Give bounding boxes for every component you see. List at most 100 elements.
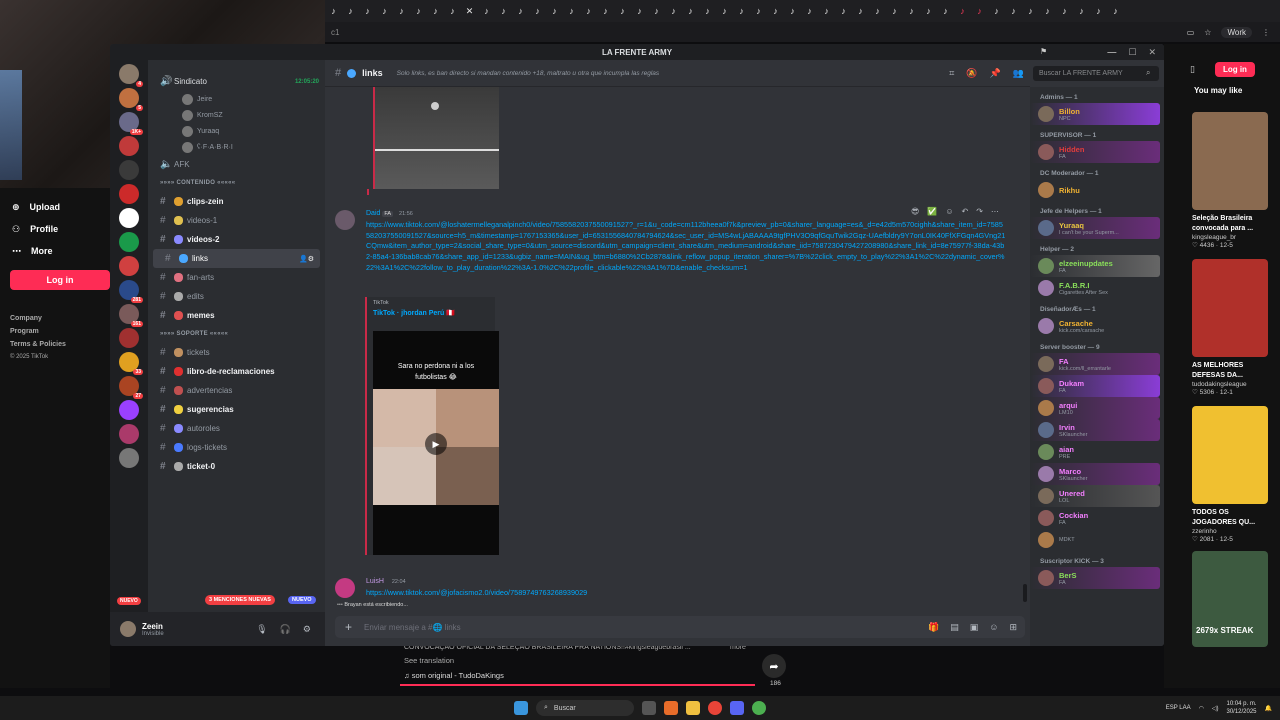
progress-bar[interactable]: [400, 684, 755, 686]
channel-videos-1[interactable]: # videos-1: [148, 211, 325, 230]
channel-topic[interactable]: Solo links, es ban directo si mandan con…: [397, 70, 660, 77]
inbox-icon[interactable]: ⚑: [1040, 47, 1047, 56]
browser-tab[interactable]: ♪: [920, 4, 937, 18]
browser-tab[interactable]: ♪: [478, 4, 495, 18]
search-input[interactable]: Buscar LA FRENTE ARMY: [1033, 66, 1159, 81]
server-icon[interactable]: [119, 208, 139, 228]
tiktok-right-login[interactable]: Log in: [1214, 62, 1255, 77]
suggested-video[interactable]: Seleção Brasileira convocada para ... kin…: [1192, 112, 1268, 249]
suggested-video[interactable]: TODOS OS JOGADORES QU... zzerinho ♡ 2081 ·…: [1192, 406, 1268, 543]
browser-tab[interactable]: ♪: [1039, 4, 1056, 18]
footer-link[interactable]: Program: [10, 325, 100, 338]
menu-icon[interactable]: ⋮: [1262, 28, 1270, 37]
app-icon[interactable]: [664, 701, 678, 715]
sound-name[interactable]: som original - TudoDaKings: [412, 671, 504, 680]
server-icon[interactable]: 27: [119, 376, 143, 399]
channel-autoroles[interactable]: # autoroles: [148, 419, 325, 438]
sticker-icon[interactable]: ▣: [970, 622, 979, 633]
channel-clips-zein[interactable]: # clips-zein: [148, 192, 325, 211]
video-title[interactable]: TODOS OS JOGADORES QU...: [1192, 508, 1268, 528]
channel-ticket-0[interactable]: # ticket-0: [148, 457, 325, 476]
video-author[interactable]: zzerinho: [1192, 528, 1268, 535]
member-item[interactable]: Dukam FA: [1030, 375, 1160, 397]
member-item[interactable]: Cockian FA: [1030, 507, 1164, 529]
suggested-video[interactable]: 2679x STREAK: [1192, 551, 1268, 647]
clock-time[interactable]: 10:04 p. m.: [1226, 700, 1256, 708]
browser-tab[interactable]: ♪: [427, 4, 444, 18]
avatar[interactable]: [335, 210, 355, 230]
browser-tab[interactable]: ♪: [444, 4, 461, 18]
tablet-icon[interactable]: ▯: [1190, 64, 1195, 75]
browser-tab[interactable]: ♪: [529, 4, 546, 18]
message-link[interactable]: https://www.tiktok.com/@loshatermellegan…: [366, 220, 1006, 274]
browser-tab[interactable]: ♪: [1090, 4, 1107, 18]
user-name[interactable]: Zeein: [142, 622, 164, 631]
browser-tab[interactable]: ♪: [597, 4, 614, 18]
footer-link[interactable]: Terms & Policies: [10, 338, 100, 351]
cast-icon[interactable]: ▭: [1187, 28, 1195, 37]
member-item[interactable]: aian PRE: [1030, 441, 1164, 463]
member-item[interactable]: elzeeinupdates FA: [1030, 255, 1160, 277]
channel-sugerencias[interactable]: # sugerencias: [148, 400, 325, 419]
wifi-icon[interactable]: ◠: [1199, 705, 1204, 712]
browser-tab[interactable]: ♪: [1073, 4, 1090, 18]
member-item[interactable]: Unered LOL: [1030, 485, 1160, 507]
browser-tab[interactable]: ♪: [767, 4, 784, 18]
browser-tab[interactable]: ♪: [784, 4, 801, 18]
browser-tab[interactable]: ♪: [495, 4, 512, 18]
share-icon[interactable]: ➦: [762, 654, 786, 678]
browser-tab[interactable]: ♪: [699, 4, 716, 18]
browser-tab[interactable]: ♪: [1056, 4, 1073, 18]
tiktok-menu-upload[interactable]: ⊕ Upload: [0, 196, 110, 218]
address-text[interactable]: c1: [331, 28, 339, 37]
channel-links[interactable]: # links 👤⚙: [153, 249, 320, 268]
server-icon[interactable]: [119, 448, 139, 468]
voice-channel-afk[interactable]: 🔈 AFK: [148, 155, 325, 174]
browser-icon[interactable]: [752, 701, 766, 715]
member-item[interactable]: Hidden FA: [1030, 141, 1160, 163]
video-title[interactable]: Seleção Brasileira convocada para ...: [1192, 214, 1268, 234]
browser-tab[interactable]: ♪: [325, 4, 342, 18]
headphones-icon[interactable]: 🎧: [280, 624, 291, 635]
notification-icon[interactable]: 🔔: [1265, 705, 1272, 712]
language-indicator[interactable]: ESP LAA: [1166, 705, 1191, 711]
close-icon[interactable]: ✕: [1148, 47, 1156, 58]
avatar[interactable]: [335, 578, 355, 598]
video-thumbnail[interactable]: [1192, 259, 1268, 357]
member-item[interactable]: BerS FA: [1030, 567, 1160, 589]
nuevo-badge[interactable]: NUEVO: [288, 596, 316, 604]
browser-tab[interactable]: ♪: [648, 4, 665, 18]
browser-tab[interactable]: ♪: [631, 4, 648, 18]
gif-icon[interactable]: ▤: [950, 622, 959, 633]
channel-logs-tickets[interactable]: # logs-tickets: [148, 438, 325, 457]
voice-channel-sindicato[interactable]: 🔊 Sindicato 12:05:20: [148, 72, 325, 91]
browser-tab[interactable]: ♪: [393, 4, 410, 18]
browser-tab[interactable]: ♪: [971, 4, 988, 18]
browser-tab[interactable]: ♪: [342, 4, 359, 18]
pin-icon[interactable]: 📌: [990, 68, 1001, 79]
channel-edits[interactable]: # edits: [148, 287, 325, 306]
voice-user[interactable]: Yuraaq: [148, 123, 325, 139]
member-item[interactable]: Yuraaq I can't be your Superm...: [1030, 217, 1160, 239]
member-item[interactable]: arqui LM10: [1030, 397, 1160, 419]
mentions-badge[interactable]: 3 MENCIONES NUEVAS: [205, 595, 275, 605]
voice-user[interactable]: ʕ·F·A·B·R·I: [148, 139, 325, 155]
emoji-icon[interactable]: ☺: [945, 207, 953, 216]
invite-icon[interactable]: 👤⚙: [299, 255, 314, 263]
member-item[interactable]: Billon NPC: [1030, 103, 1160, 125]
browser-tab[interactable]: ♪: [580, 4, 597, 18]
browser-tab[interactable]: ♪: [359, 4, 376, 18]
settings-icon[interactable]: ⚙: [303, 624, 311, 635]
browser-tab[interactable]: ✕: [461, 4, 478, 18]
server-icon[interactable]: [119, 400, 139, 420]
video-author[interactable]: tudodakingsleague: [1192, 381, 1268, 388]
browser-tab[interactable]: ♪: [954, 4, 971, 18]
maximize-icon[interactable]: ☐: [1128, 47, 1136, 58]
add-attachment-icon[interactable]: +: [345, 620, 352, 634]
bookmark-icon[interactable]: ☆: [1204, 28, 1211, 37]
server-icon[interactable]: [119, 328, 139, 348]
threads-icon[interactable]: ⌗: [949, 68, 954, 79]
author-name[interactable]: Daid: [366, 210, 380, 217]
members-icon[interactable]: 👥: [1013, 68, 1024, 79]
browser-tab[interactable]: ♪: [1022, 4, 1039, 18]
